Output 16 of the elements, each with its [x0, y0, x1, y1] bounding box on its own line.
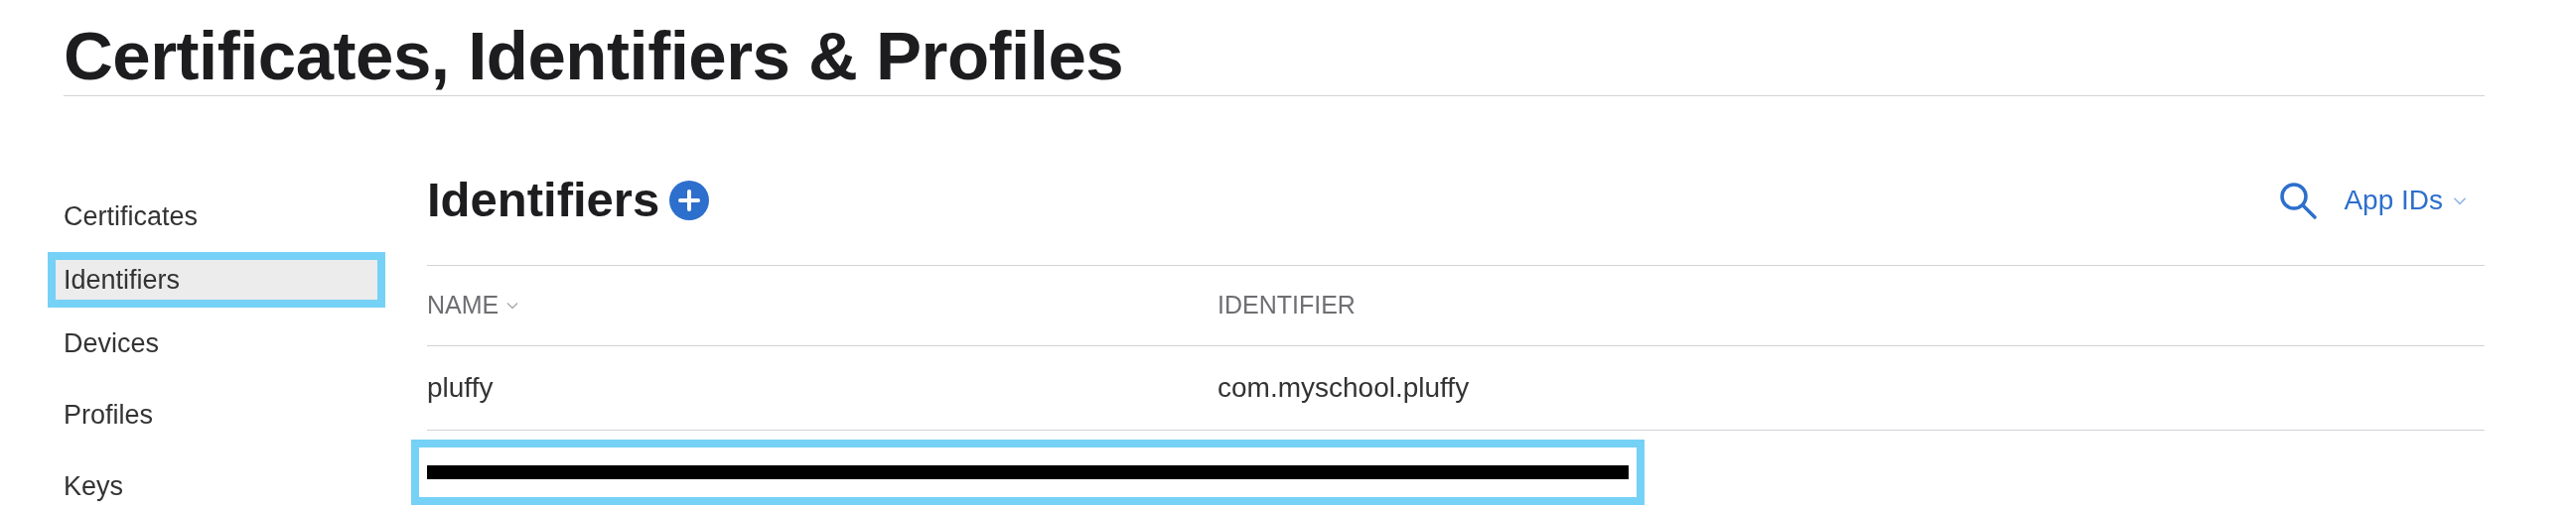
filter-dropdown[interactable]: App IDs — [2344, 180, 2467, 221]
search-icon[interactable] — [2278, 181, 2319, 220]
sidebar-item[interactable]: Keys — [48, 458, 427, 510]
column-header[interactable]: IDENTIFIER — [1217, 287, 1356, 324]
page-title: Certificates, Identifiers & Profiles — [64, 22, 1125, 91]
section-title: Identifiers — [427, 172, 660, 229]
sort-chevron-icon — [506, 302, 519, 310]
sidebar-item[interactable]: Profiles — [48, 387, 427, 443]
add-icon[interactable] — [669, 181, 710, 220]
sidebar-item[interactable]: Certificates — [48, 189, 427, 244]
sidebar-item[interactable]: Identifiers — [56, 260, 377, 300]
column-header[interactable]: NAME — [427, 287, 1217, 324]
table-cell-text: pluffy — [427, 371, 495, 405]
chevron-down-icon — [2453, 195, 2467, 205]
sidebar-item[interactable]: Devices — [48, 316, 427, 371]
table-cell-text: com.myschool.pluffy — [1217, 371, 1470, 405]
